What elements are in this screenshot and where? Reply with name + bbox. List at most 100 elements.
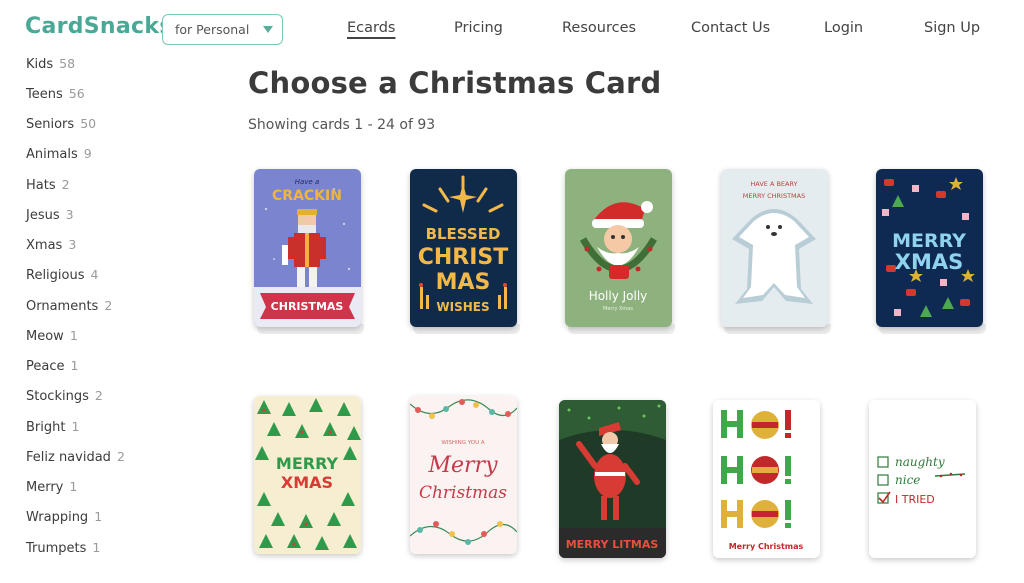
svg-text:XMAS: XMAS [281, 473, 333, 492]
top-header: CardSnacks for Personal Ecards Pricing R… [0, 0, 1024, 58]
sidebar-item-ornaments[interactable]: Ornaments 2 [26, 298, 112, 314]
nav-resources[interactable]: Resources [562, 20, 636, 36]
sidebar-item-count: 58 [59, 56, 76, 71]
svg-text:MERRY LITMAS: MERRY LITMAS [566, 538, 659, 551]
sidebar-item-count: 2 [104, 298, 113, 313]
card-ho-ho-ho[interactable]: Merry Christmas [713, 400, 820, 558]
card-beary-merry[interactable]: HAVE A BEARY MERRY CHRISTMAS [721, 169, 828, 327]
svg-text:Christmas: Christmas [419, 483, 507, 503]
sidebar-item-peace[interactable]: Peace 1 [26, 358, 78, 374]
string-lights-illustration: WISHING YOU A Merry Christmas [410, 396, 517, 554]
sidebar-item-label: Ornaments [26, 299, 99, 314]
sidebar-item-count: 9 [83, 146, 92, 161]
card-blessed-christmas[interactable]: BLESSED CHRIST MAS WISHES [410, 169, 517, 327]
svg-text:MERRY: MERRY [276, 454, 339, 473]
sidebar-item-label: Bright [26, 420, 66, 435]
sidebar-item-teens[interactable]: Teens 56 [26, 86, 85, 102]
sidebar-item-label: Peace [26, 359, 65, 374]
sidebar-item-kids[interactable]: Kids 58 [26, 56, 75, 72]
santa-illustration: Holly Jolly Merry Xmas [565, 169, 672, 327]
sidebar-item-label: Seniors [26, 117, 75, 132]
sidebar-item-label: Religious [26, 268, 85, 283]
nav-login[interactable]: Login [824, 20, 863, 36]
sidebar-item-animals[interactable]: Animals 9 [26, 146, 92, 162]
sidebar-item-label: Feliz navidad [26, 450, 111, 465]
svg-text:Have a: Have a [295, 178, 320, 186]
card-holly-jolly[interactable]: Holly Jolly Merry Xmas [565, 169, 672, 327]
sidebar-item-count: 2 [61, 177, 70, 192]
polar-bear-illustration: HAVE A BEARY MERRY CHRISTMAS [721, 169, 828, 327]
sidebar-item-xmas[interactable]: Xmas 3 [26, 237, 76, 253]
sidebar-item-count: 4 [90, 267, 99, 282]
sidebar-item-label: Kids [26, 57, 54, 72]
nutcracker-illustration: Have a CRACKIN CHRISTMAS [254, 169, 361, 327]
sidebar-item-count: 1 [69, 328, 78, 343]
svg-text:nice: nice [895, 473, 920, 487]
sidebar-item-count: 50 [80, 116, 97, 131]
svg-text:Merry Christmas: Merry Christmas [729, 542, 804, 551]
card-merry-xmas-trees[interactable]: MERRY XMAS [254, 396, 361, 554]
pattern-illustration: MERRY XMAS [876, 169, 983, 327]
svg-text:Holly Jolly: Holly Jolly [589, 289, 648, 303]
svg-text:HAVE A BEARY: HAVE A BEARY [750, 180, 797, 188]
ornaments-illustration: Merry Christmas [713, 400, 820, 558]
sidebar-item-count: 56 [68, 86, 85, 101]
chevron-down-icon [263, 26, 273, 33]
sidebar-item-label: Wrapping [26, 510, 89, 525]
sidebar-item-feliz-navidad[interactable]: Feliz navidad 2 [26, 449, 125, 465]
logo[interactable]: CardSnacks [25, 14, 173, 39]
sidebar-item-merry[interactable]: Merry 1 [26, 479, 77, 495]
svg-text:CHRISTMAS: CHRISTMAS [271, 300, 344, 313]
sidebar-item-seniors[interactable]: Seniors 50 [26, 116, 96, 132]
star-burst-illustration: BLESSED CHRIST MAS WISHES [410, 169, 517, 327]
sidebar-item-label: Merry [26, 480, 64, 495]
svg-text:CHRIST: CHRIST [418, 245, 509, 270]
svg-text:CRACKIN: CRACKIN [272, 188, 342, 204]
page-title: Choose a Christmas Card [248, 66, 662, 100]
svg-text:BLESSED: BLESSED [426, 225, 501, 243]
svg-text:MAS: MAS [436, 270, 491, 295]
svg-text:XMAS: XMAS [895, 250, 963, 274]
sidebar-item-label: Trumpets [26, 541, 87, 556]
sidebar-item-count: 1 [70, 358, 79, 373]
sidebar-item-count: 1 [94, 509, 103, 524]
sidebar-item-jesus[interactable]: Jesus 3 [26, 207, 74, 223]
sidebar-item-label: Animals [26, 147, 78, 162]
nav-ecards[interactable]: Ecards [347, 20, 395, 36]
card-merry-litmas[interactable]: MERRY LITMAS [559, 400, 666, 558]
svg-text:Merry Xmas: Merry Xmas [603, 306, 633, 312]
svg-text:I TRIED: I TRIED [895, 493, 935, 506]
svg-text:MERRY: MERRY [892, 230, 966, 252]
svg-text:Merry: Merry [427, 453, 498, 478]
nav-contact-us[interactable]: Contact Us [691, 20, 770, 36]
nav-pricing[interactable]: Pricing [454, 20, 503, 36]
sidebar-item-label: Xmas [26, 238, 63, 253]
sidebar-item-trumpets[interactable]: Trumpets 1 [26, 540, 100, 556]
dancing-santa-illustration: MERRY LITMAS [559, 400, 666, 558]
card-naughty-nice[interactable]: naughty nice I TRIED [869, 400, 976, 558]
nav-sign-up[interactable]: Sign Up [924, 20, 980, 36]
sidebar-item-label: Jesus [26, 208, 60, 223]
sidebar-item-count: 2 [116, 449, 125, 464]
sidebar-item-religious[interactable]: Religious 4 [26, 267, 98, 283]
sidebar-item-label: Hats [26, 178, 56, 193]
card-merry-christmas-lights[interactable]: WISHING YOU A Merry Christmas [410, 396, 517, 554]
sidebar-item-count: 1 [69, 479, 78, 494]
card-merry-xmas-navy[interactable]: MERRY XMAS [876, 169, 983, 327]
sidebar-item-stockings[interactable]: Stockings 2 [26, 388, 103, 404]
svg-text:WISHING YOU A: WISHING YOU A [441, 440, 485, 446]
svg-text:naughty: naughty [895, 455, 945, 469]
results-count: Showing cards 1 - 24 of 93 [248, 117, 436, 133]
card-crackin-christmas[interactable]: Have a CRACKIN CHRISTMAS [254, 169, 361, 327]
sidebar-item-meow[interactable]: Meow 1 [26, 328, 78, 344]
audience-select[interactable]: for Personal [162, 14, 283, 45]
checklist-illustration: naughty nice I TRIED [869, 400, 976, 558]
sidebar-item-count: 3 [65, 207, 74, 222]
audience-select-value: for Personal [175, 22, 250, 37]
sidebar-item-bright[interactable]: Bright 1 [26, 419, 79, 435]
sidebar-item-label: Stockings [26, 389, 89, 404]
sidebar-item-hats[interactable]: Hats 2 [26, 177, 70, 193]
tree-pattern-illustration: MERRY XMAS [254, 396, 361, 554]
sidebar-item-wrapping[interactable]: Wrapping 1 [26, 509, 102, 525]
sidebar-item-count: 2 [94, 388, 103, 403]
